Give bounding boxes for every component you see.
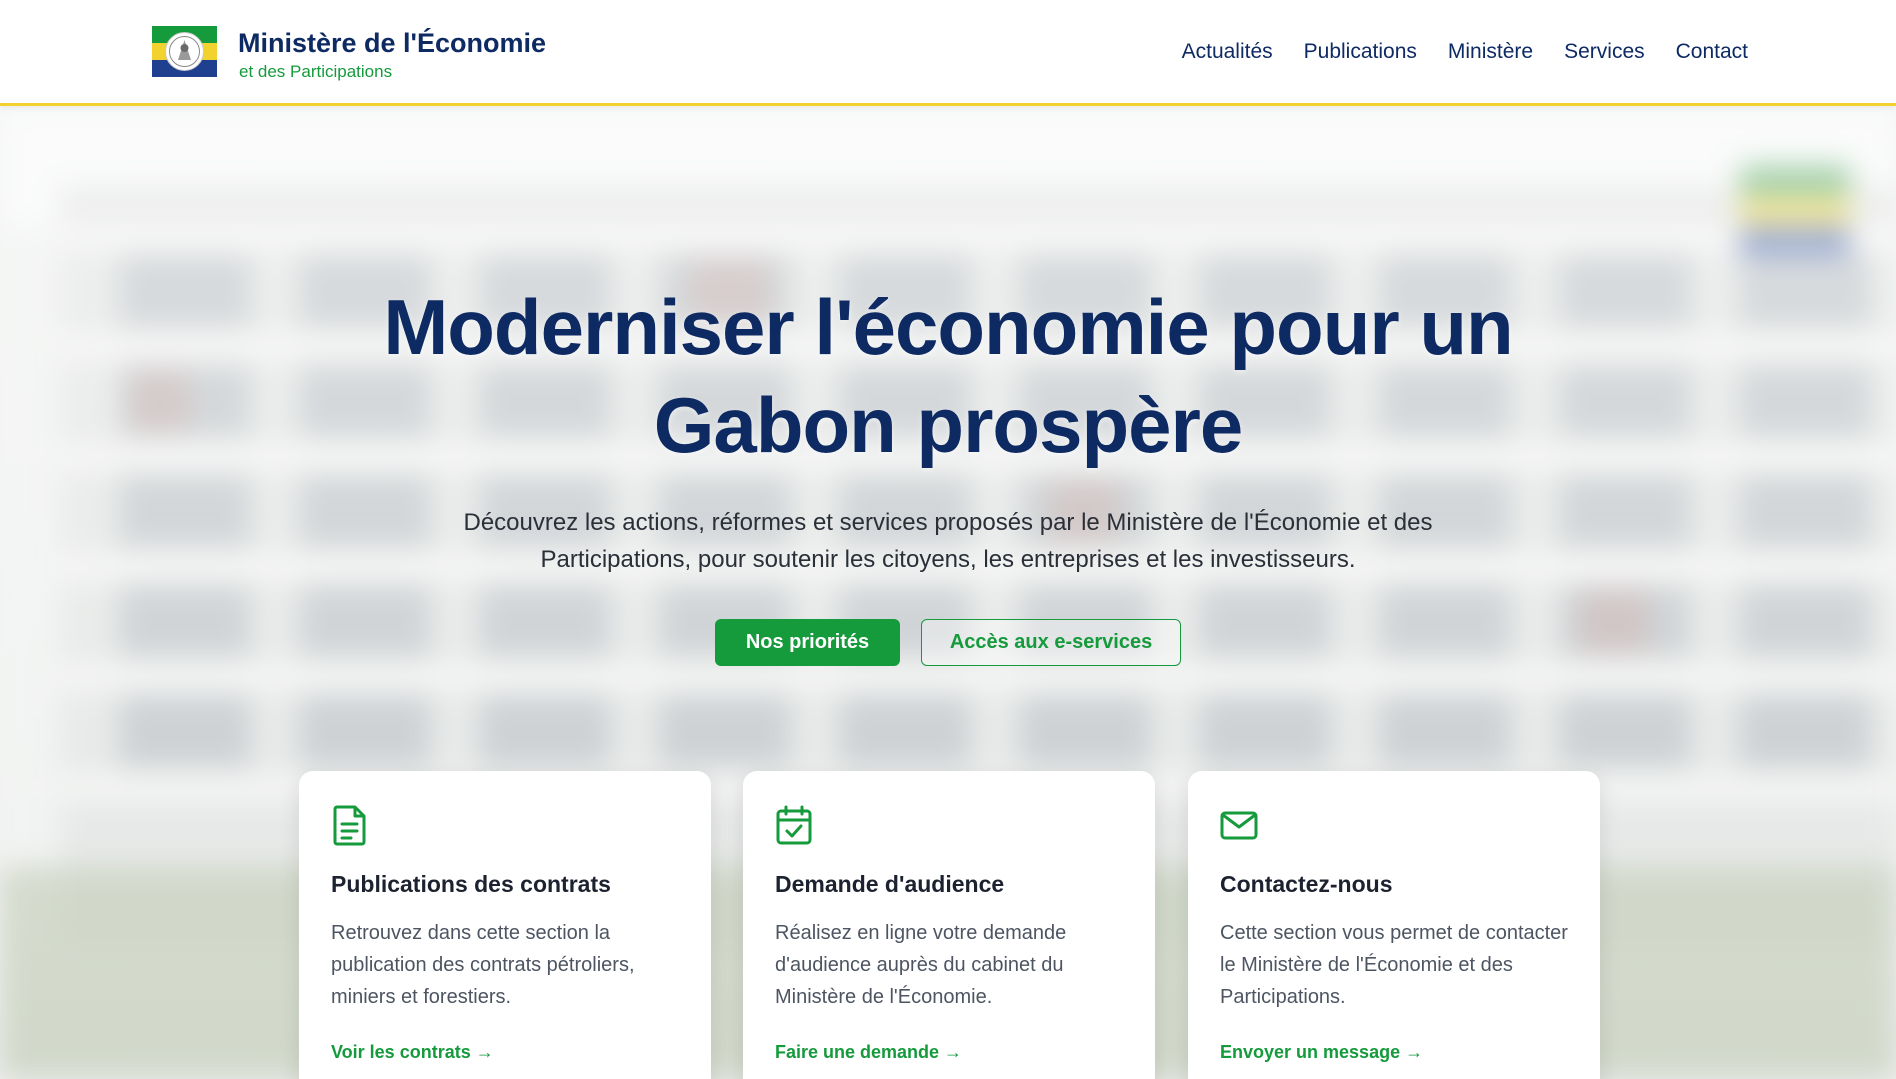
hero-title-line-2: Gabon prospère	[653, 381, 1243, 469]
card-text: Réalisez en ligne votre demande d'audien…	[775, 922, 1067, 1008]
card-contract-publications: Publications des contrats Retrouvez dans…	[299, 771, 711, 1079]
send-message-link[interactable]: Envoyer un message →	[1220, 1042, 1423, 1063]
nav-item-actualites[interactable]: Actualités	[1182, 40, 1273, 64]
brand-subtitle: et des Participations	[239, 62, 393, 81]
nav-item-ministere[interactable]: Ministère	[1448, 40, 1533, 64]
e-services-button[interactable]: Accès aux e-services	[921, 619, 1181, 666]
document-icon	[333, 805, 366, 846]
calendar-check-icon	[776, 805, 812, 845]
nav-item-contact[interactable]: Contact	[1676, 40, 1748, 64]
view-contracts-link[interactable]: Voir les contrats →	[331, 1042, 494, 1063]
hero-title: Moderniser l'économie pour un Gabon pros…	[300, 278, 1596, 474]
nav-item-publications[interactable]: Publications	[1304, 40, 1417, 64]
site-header: Ministère de l'Économie et des Participa…	[0, 0, 1896, 106]
card-audience-request: Demande d'audience Réalisez en ligne vot…	[743, 771, 1155, 1079]
card-text: Retrouvez dans cette section la publicat…	[331, 922, 635, 1008]
main-nav: Actualités Publications Ministère Servic…	[1182, 40, 1748, 64]
card-text: Cette section vous permet de contacter l…	[1220, 922, 1568, 1008]
hero-description: Découvrez les actions, réformes et servi…	[463, 509, 1433, 573]
hero-title-line-1: Moderniser l'économie pour un	[383, 283, 1513, 371]
nav-item-services[interactable]: Services	[1564, 40, 1645, 64]
hero-actions: Nos priorités Accès aux e-services	[0, 619, 1896, 666]
card-contact-us: Contactez-nous Cette section vous permet…	[1188, 771, 1600, 1079]
card-title: Contactez-nous	[1220, 871, 1393, 897]
gabon-flag-coat-of-arms-logo[interactable]	[152, 26, 217, 77]
brand-title[interactable]: Ministère de l'Économie	[238, 28, 546, 59]
mail-icon	[1220, 811, 1258, 840]
card-title: Publications des contrats	[331, 871, 611, 897]
card-title: Demande d'audience	[775, 871, 1005, 897]
make-request-link[interactable]: Faire une demande →	[775, 1042, 962, 1063]
priorities-button[interactable]: Nos priorités	[715, 619, 900, 666]
